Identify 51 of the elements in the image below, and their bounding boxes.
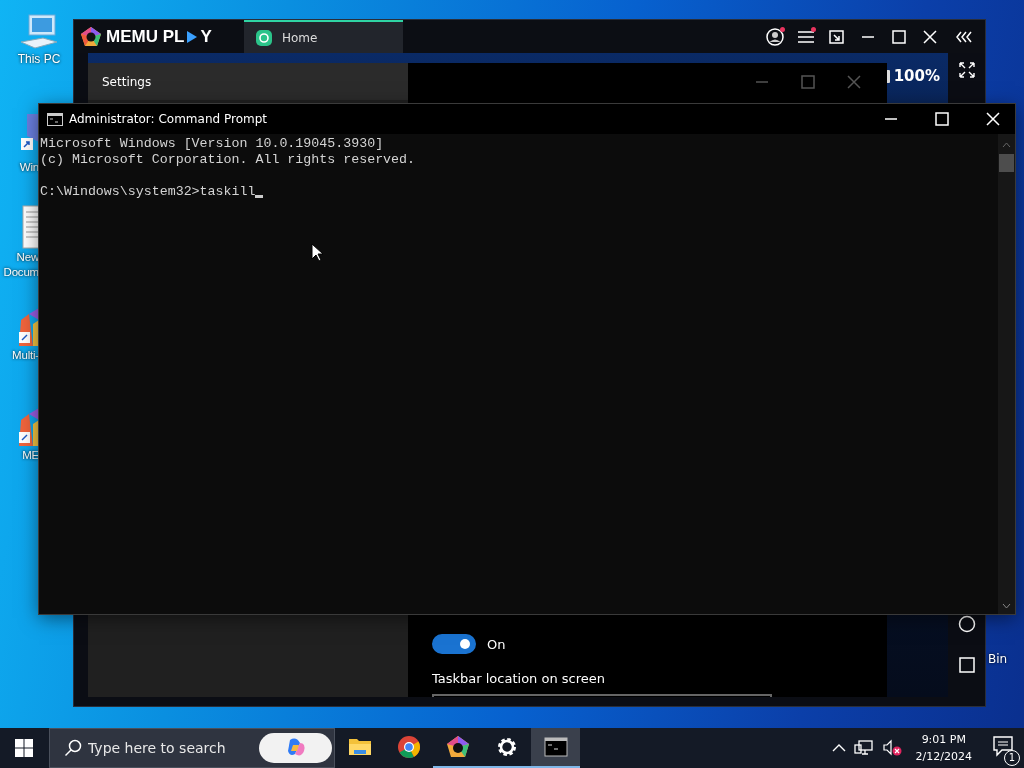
windows-icon: [15, 739, 33, 757]
toggle-label: On: [487, 636, 506, 652]
setting-label: Taskbar location on screen: [432, 671, 606, 686]
notification-count: 1: [1004, 750, 1020, 766]
window-title: Administrator: Command Prompt: [69, 112, 267, 126]
logo-text: MEMU PL: [106, 26, 185, 47]
app-icon: [256, 29, 272, 46]
terminal-icon: [543, 735, 568, 759]
icon-label: Docum: [3, 265, 39, 280]
search-box[interactable]: Type here to search: [49, 728, 335, 768]
clock[interactable]: 9:01 PM 2/12/2024: [915, 731, 972, 765]
logo-text: Y: [200, 26, 212, 47]
search-field[interactable]: Type here to search: [86, 739, 255, 757]
network-icon[interactable]: [853, 739, 874, 757]
terminal-icon: [47, 112, 63, 126]
icon-label: New: [16, 250, 39, 265]
battery-level: 100%: [893, 67, 940, 85]
browser-icon: [396, 735, 421, 759]
app-icon[interactable]: [17, 306, 39, 348]
scroll-up-icon[interactable]: [1002, 142, 1011, 148]
scroll-down-icon[interactable]: [1002, 603, 1011, 609]
muted-speaker-icon[interactable]: [881, 739, 902, 757]
home-circle-icon[interactable]: [956, 614, 977, 634]
logo-icon: [80, 25, 102, 48]
console-text: C:\Windows\system32>taskill: [40, 184, 256, 200]
app-icon[interactable]: [17, 406, 39, 448]
text-cursor: [255, 195, 264, 198]
mouse-pointer-icon: [311, 243, 323, 262]
toggle-switch[interactable]: [432, 634, 476, 654]
console-text: Microsoft Windows [Version 10.0.19045.3930]: [40, 136, 385, 152]
account-icon[interactable]: [764, 26, 785, 47]
assistant-button[interactable]: [259, 733, 332, 763]
chevron-up-icon[interactable]: [831, 743, 846, 753]
icon-label: Multi-: [12, 348, 39, 363]
scroll-thumb[interactable]: [999, 154, 1014, 172]
icon-label: Win: [19, 160, 39, 175]
taskbar-button[interactable]: [531, 728, 580, 768]
pentagon-app-icon: [445, 735, 470, 759]
search-icon: [64, 739, 82, 757]
console-text: (c) Microsoft Corporation. All rights reserved.: [40, 152, 417, 168]
scrollbar[interactable]: [998, 134, 1015, 614]
recents-square-icon[interactable]: [956, 655, 977, 675]
tab[interactable]: Home: [244, 20, 403, 53]
icon-label: This PC: [17, 52, 61, 67]
fullscreen-icon[interactable]: [956, 60, 977, 80]
play-icon: [186, 29, 199, 44]
window-title: Settings: [102, 74, 152, 89]
icon-label: Bin: [988, 652, 1008, 666]
icon-label: ME: [22, 448, 39, 463]
computer-icon[interactable]: [19, 12, 59, 52]
document-icon[interactable]: [21, 204, 39, 250]
